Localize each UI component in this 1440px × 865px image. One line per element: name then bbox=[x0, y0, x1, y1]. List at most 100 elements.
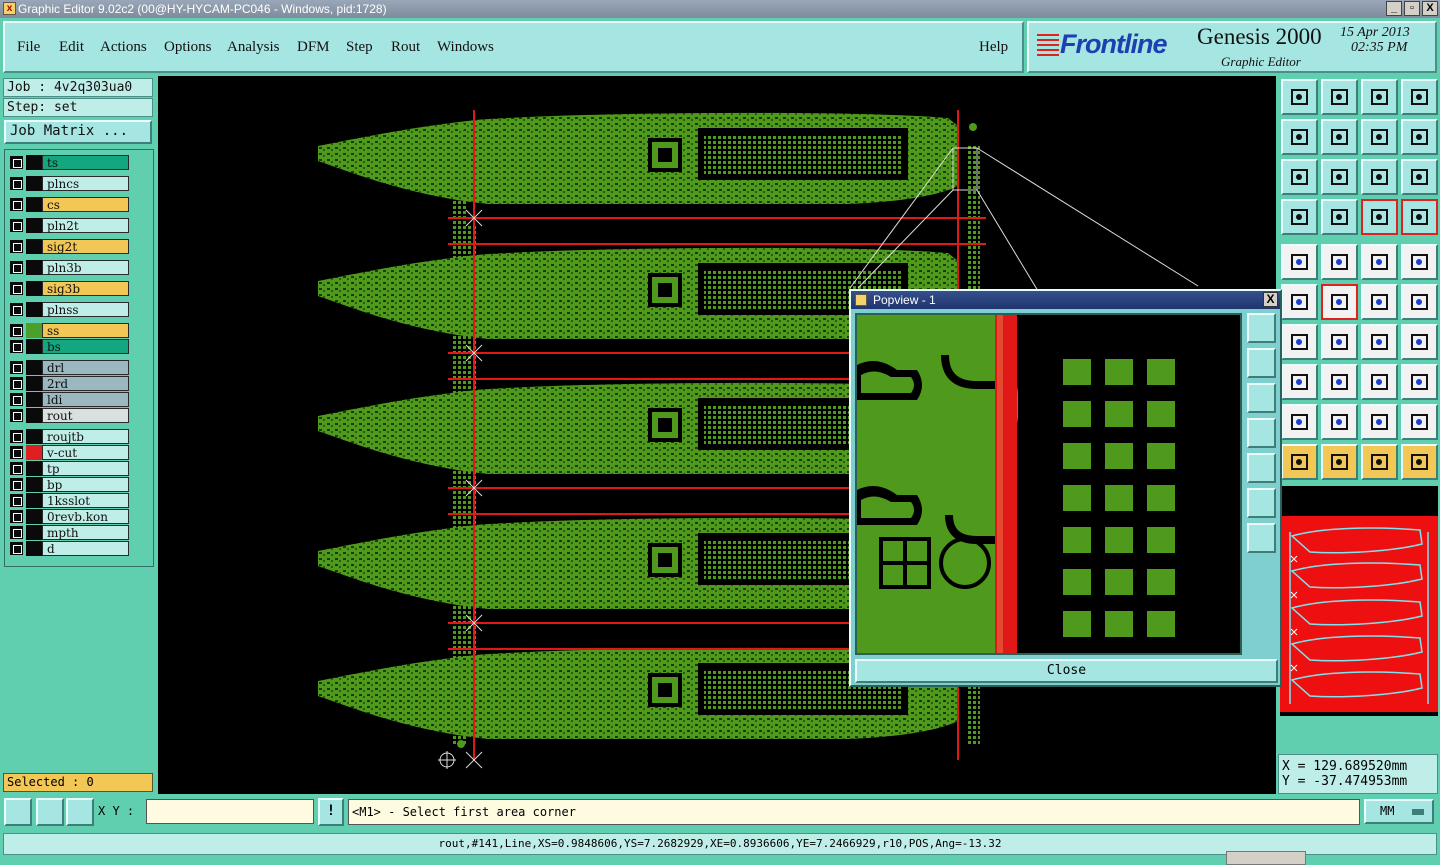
cross-icon[interactable] bbox=[1321, 284, 1358, 320]
layer-row-rout[interactable]: rout bbox=[8, 408, 129, 423]
layer-name[interactable]: ss bbox=[42, 323, 129, 338]
layer-name[interactable]: bp bbox=[42, 477, 129, 492]
layer-color-swatch[interactable] bbox=[26, 493, 42, 508]
menu-actions[interactable]: Actions bbox=[100, 39, 147, 56]
popview-zoom-out-icon[interactable] bbox=[1247, 523, 1276, 553]
snap-center-icon[interactable] bbox=[1321, 199, 1358, 235]
layer-row-ss[interactable]: ss bbox=[8, 323, 129, 338]
layer-checkbox[interactable] bbox=[10, 393, 23, 406]
snap-icon[interactable] bbox=[4, 798, 32, 826]
outline-icon[interactable] bbox=[1401, 404, 1438, 440]
layer-row-plncs[interactable]: plncs bbox=[8, 176, 129, 191]
copy-icon[interactable] bbox=[1401, 364, 1438, 400]
popview-pan-left-icon[interactable] bbox=[1247, 418, 1276, 448]
layer-row-cs[interactable]: cs bbox=[8, 197, 129, 212]
popview-close-x-button[interactable]: X bbox=[1263, 292, 1278, 307]
layer-checkbox[interactable] bbox=[10, 282, 23, 295]
rotate-icon[interactable] bbox=[1361, 119, 1398, 155]
rotate-feature-icon[interactable] bbox=[1401, 284, 1438, 320]
layer-row-drl[interactable]: drl bbox=[8, 360, 129, 375]
grid-icon[interactable] bbox=[66, 798, 94, 826]
layer-checkbox[interactable] bbox=[10, 303, 23, 316]
arc-icon[interactable] bbox=[1361, 324, 1398, 360]
layer-color-swatch[interactable] bbox=[26, 339, 42, 354]
layer-row-sig2t[interactable]: sig2t bbox=[8, 239, 129, 254]
point-icon[interactable] bbox=[1281, 364, 1318, 400]
layer-row-sig3b[interactable]: sig3b bbox=[8, 281, 129, 296]
layer-row-roujtb[interactable]: roujtb bbox=[8, 429, 129, 444]
window-titlebar[interactable]: x Graphic Editor 9.02c2 (00@HY-HYCAM-PC0… bbox=[0, 0, 1440, 18]
layer-row-0revb-kon[interactable]: 0revb.kon bbox=[8, 509, 129, 524]
popview-close-button[interactable]: Close bbox=[855, 659, 1278, 683]
layer-color-swatch[interactable] bbox=[26, 302, 42, 317]
layer-checkbox[interactable] bbox=[10, 409, 23, 422]
popview-zoom-fit-icon[interactable] bbox=[1247, 488, 1276, 518]
layer-name[interactable]: 2rd bbox=[42, 376, 129, 391]
layer-checkbox[interactable] bbox=[10, 478, 23, 491]
ruler-icon[interactable] bbox=[1361, 244, 1398, 280]
layer-name[interactable]: pln3b bbox=[42, 260, 129, 275]
angle-icon[interactable] bbox=[1281, 324, 1318, 360]
line-icon[interactable] bbox=[1321, 324, 1358, 360]
layer-name[interactable]: tp bbox=[42, 461, 129, 476]
layer-name[interactable]: v-cut bbox=[42, 445, 129, 460]
layer-color-swatch[interactable] bbox=[26, 429, 42, 444]
menu-dfm[interactable]: DFM bbox=[297, 39, 330, 56]
layer-checkbox[interactable] bbox=[10, 510, 23, 523]
menu-analysis[interactable]: Analysis bbox=[227, 39, 280, 56]
layer-color-swatch[interactable] bbox=[26, 445, 42, 460]
job-matrix-button[interactable]: Job Matrix ... bbox=[4, 120, 152, 144]
layer-row-mpth[interactable]: mpth bbox=[8, 525, 129, 540]
layer-row-v-cut[interactable]: v-cut bbox=[8, 445, 129, 460]
menu-windows[interactable]: Windows bbox=[437, 39, 494, 56]
layer-row-plnss[interactable]: plnss bbox=[8, 302, 129, 317]
connect-icon[interactable] bbox=[1281, 284, 1318, 320]
flip-icon[interactable] bbox=[1401, 324, 1438, 360]
layer-color-swatch[interactable] bbox=[26, 477, 42, 492]
layer-row-pln3b[interactable]: pln3b bbox=[8, 260, 129, 275]
select-point-icon[interactable] bbox=[1361, 444, 1398, 480]
layer-color-swatch[interactable] bbox=[26, 239, 42, 254]
layer-name[interactable]: d bbox=[42, 541, 129, 556]
layer-row-pln2t[interactable]: pln2t bbox=[8, 218, 129, 233]
pan-right-icon[interactable] bbox=[1321, 119, 1358, 155]
layer-row-2rd[interactable]: 2rd bbox=[8, 376, 129, 391]
layer-color-swatch[interactable] bbox=[26, 525, 42, 540]
layer-row-tp[interactable]: tp bbox=[8, 461, 129, 476]
layer-checkbox[interactable] bbox=[10, 526, 23, 539]
layer-name[interactable]: plncs bbox=[42, 176, 129, 191]
layer-row-d[interactable]: d bbox=[8, 541, 129, 556]
units-dropdown[interactable]: MM bbox=[1364, 799, 1434, 824]
layer-color-swatch[interactable] bbox=[26, 408, 42, 423]
layer-checkbox[interactable] bbox=[10, 430, 23, 443]
layer-name[interactable]: plnss bbox=[42, 302, 129, 317]
layer-row-ts[interactable]: ts bbox=[8, 155, 129, 170]
menu-options[interactable]: Options bbox=[164, 39, 212, 56]
layer-name[interactable]: ts bbox=[42, 155, 129, 170]
polyline-icon[interactable] bbox=[1361, 404, 1398, 440]
layer-name[interactable]: drl bbox=[42, 360, 129, 375]
alert-button[interactable]: ! bbox=[318, 798, 344, 826]
menu-file[interactable]: File bbox=[17, 39, 40, 56]
menu-help[interactable]: Help bbox=[979, 39, 1008, 56]
draw-icon[interactable] bbox=[1321, 244, 1358, 280]
net-clear-icon[interactable] bbox=[1401, 199, 1438, 235]
popview-zoom-view[interactable] bbox=[855, 313, 1242, 655]
minimize-button[interactable]: _ bbox=[1386, 1, 1402, 16]
snap-grid-icon[interactable] bbox=[36, 798, 64, 826]
help-query-icon[interactable] bbox=[1401, 159, 1438, 195]
layer-name[interactable]: sig2t bbox=[42, 239, 129, 254]
menu-edit[interactable]: Edit bbox=[59, 39, 84, 56]
minus-icon[interactable] bbox=[1321, 364, 1358, 400]
select-box-icon[interactable] bbox=[1321, 444, 1358, 480]
close-window-button[interactable]: X bbox=[1422, 1, 1438, 16]
layer-name[interactable]: sig3b bbox=[42, 281, 129, 296]
menu-rout[interactable]: Rout bbox=[391, 39, 420, 56]
polygon-icon[interactable] bbox=[1321, 404, 1358, 440]
layer-row-bp[interactable]: bp bbox=[8, 477, 129, 492]
triangle-icon[interactable] bbox=[1281, 404, 1318, 440]
popview-pan-down-icon[interactable] bbox=[1247, 383, 1276, 413]
popview-zoom-in-icon[interactable] bbox=[1247, 313, 1276, 343]
move-icon[interactable] bbox=[1361, 284, 1398, 320]
home-icon[interactable] bbox=[1361, 79, 1398, 115]
